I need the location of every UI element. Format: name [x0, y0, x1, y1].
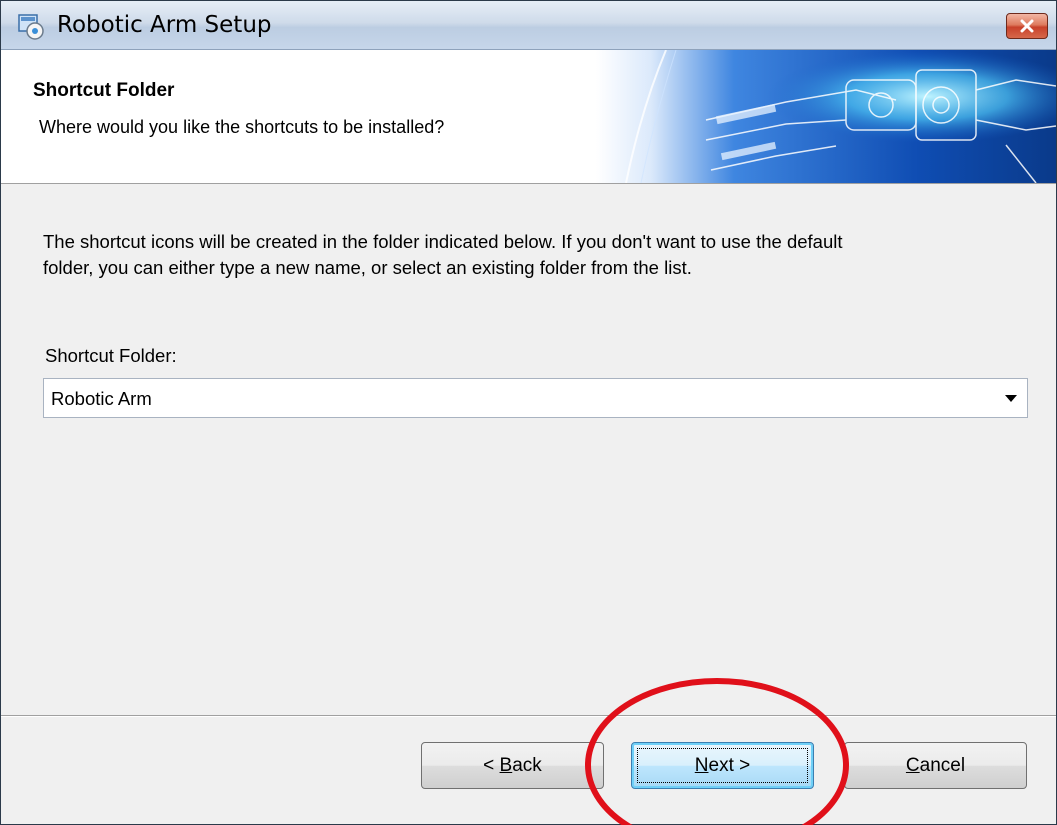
cancel-button-rest: ancel — [919, 754, 966, 776]
cancel-button-accel: C — [905, 754, 920, 776]
cancel-button[interactable]: Cancel — [844, 742, 1027, 789]
shortcut-folder-label: Shortcut Folder: — [45, 345, 177, 366]
robot-arm-banner-image — [596, 50, 1056, 183]
window-title: Robotic Arm Setup — [57, 12, 272, 38]
setup-icon — [18, 14, 44, 40]
back-button-rest: ack — [512, 754, 542, 776]
shortcut-folder-value[interactable]: Robotic Arm — [51, 388, 152, 410]
close-icon — [1020, 19, 1034, 33]
back-button-accel: B — [499, 754, 513, 776]
focus-rectangle — [637, 748, 808, 783]
setup-window: Robotic Arm Setup Shortcut Folder Where … — [0, 0, 1057, 825]
dropdown-arrow-icon[interactable] — [1005, 395, 1017, 402]
header-panel: Shortcut Folder Where would you like the… — [1, 50, 1056, 184]
page-subtitle: Where would you like the shortcuts to be… — [39, 117, 445, 137]
instructions-line-2: folder, you can either type a new name, … — [43, 257, 692, 278]
page-title: Shortcut Folder — [33, 80, 175, 101]
back-button-prefix: < — [483, 754, 500, 776]
back-button[interactable]: < Back — [421, 742, 604, 789]
next-button[interactable]: Next > — [631, 742, 814, 789]
title-bar[interactable]: Robotic Arm Setup — [1, 1, 1056, 50]
instructions-text: The shortcut icons will be created in th… — [43, 229, 1043, 281]
footer-divider — [1, 715, 1056, 717]
shortcut-folder-combobox[interactable]: Robotic Arm — [43, 378, 1028, 418]
instructions-line-1: The shortcut icons will be created in th… — [43, 231, 843, 252]
close-button[interactable] — [1006, 13, 1048, 39]
